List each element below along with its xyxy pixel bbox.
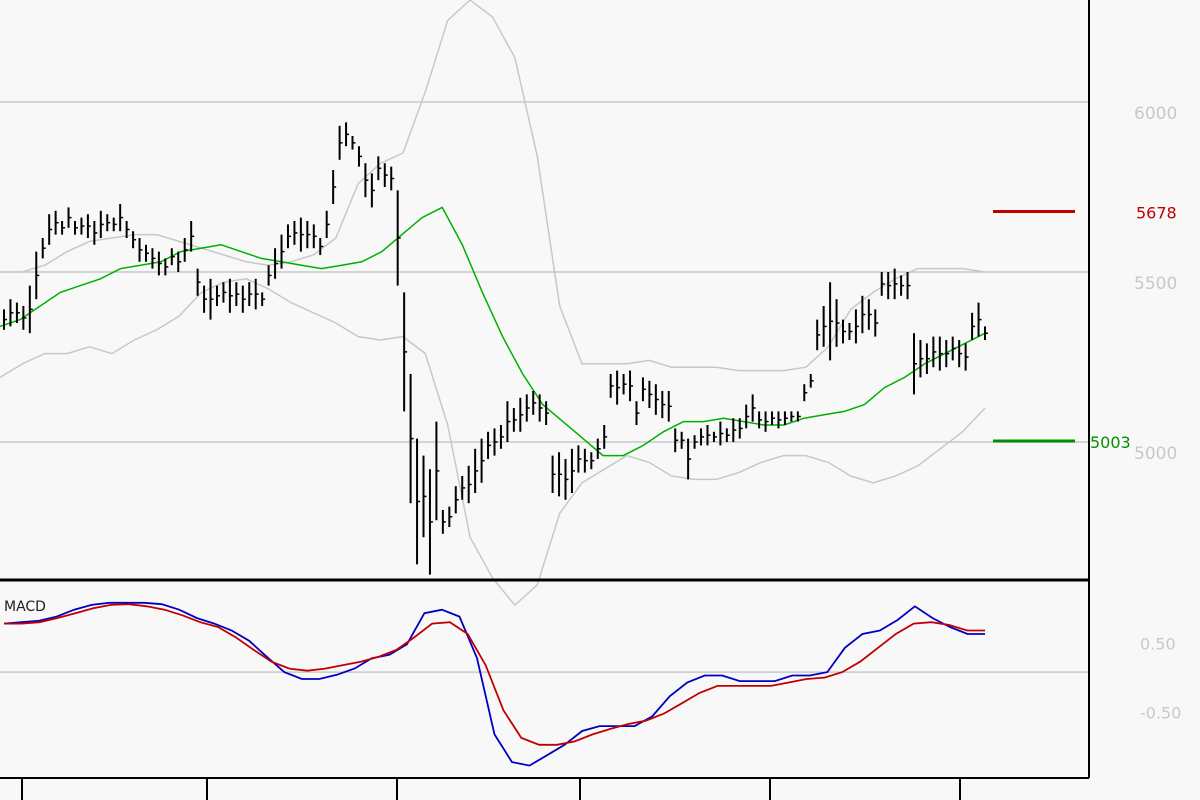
- macd-title: MACD: [4, 599, 46, 615]
- price-y-tick-label: 5500: [1134, 274, 1177, 294]
- level-label: 5678: [1136, 203, 1177, 222]
- price-y-tick-label: 6000: [1134, 104, 1177, 124]
- chart-background: [0, 0, 1200, 800]
- macd-y-tick-label: -0.50: [1140, 704, 1181, 723]
- stock-chart: 5678 5003 6000 5500 5000 0.50 -0.50 MACD: [0, 0, 1200, 800]
- macd-y-tick-label: 0.50: [1140, 634, 1176, 653]
- level-label: 5003: [1090, 433, 1131, 452]
- price-y-tick-label: 5000: [1134, 444, 1177, 464]
